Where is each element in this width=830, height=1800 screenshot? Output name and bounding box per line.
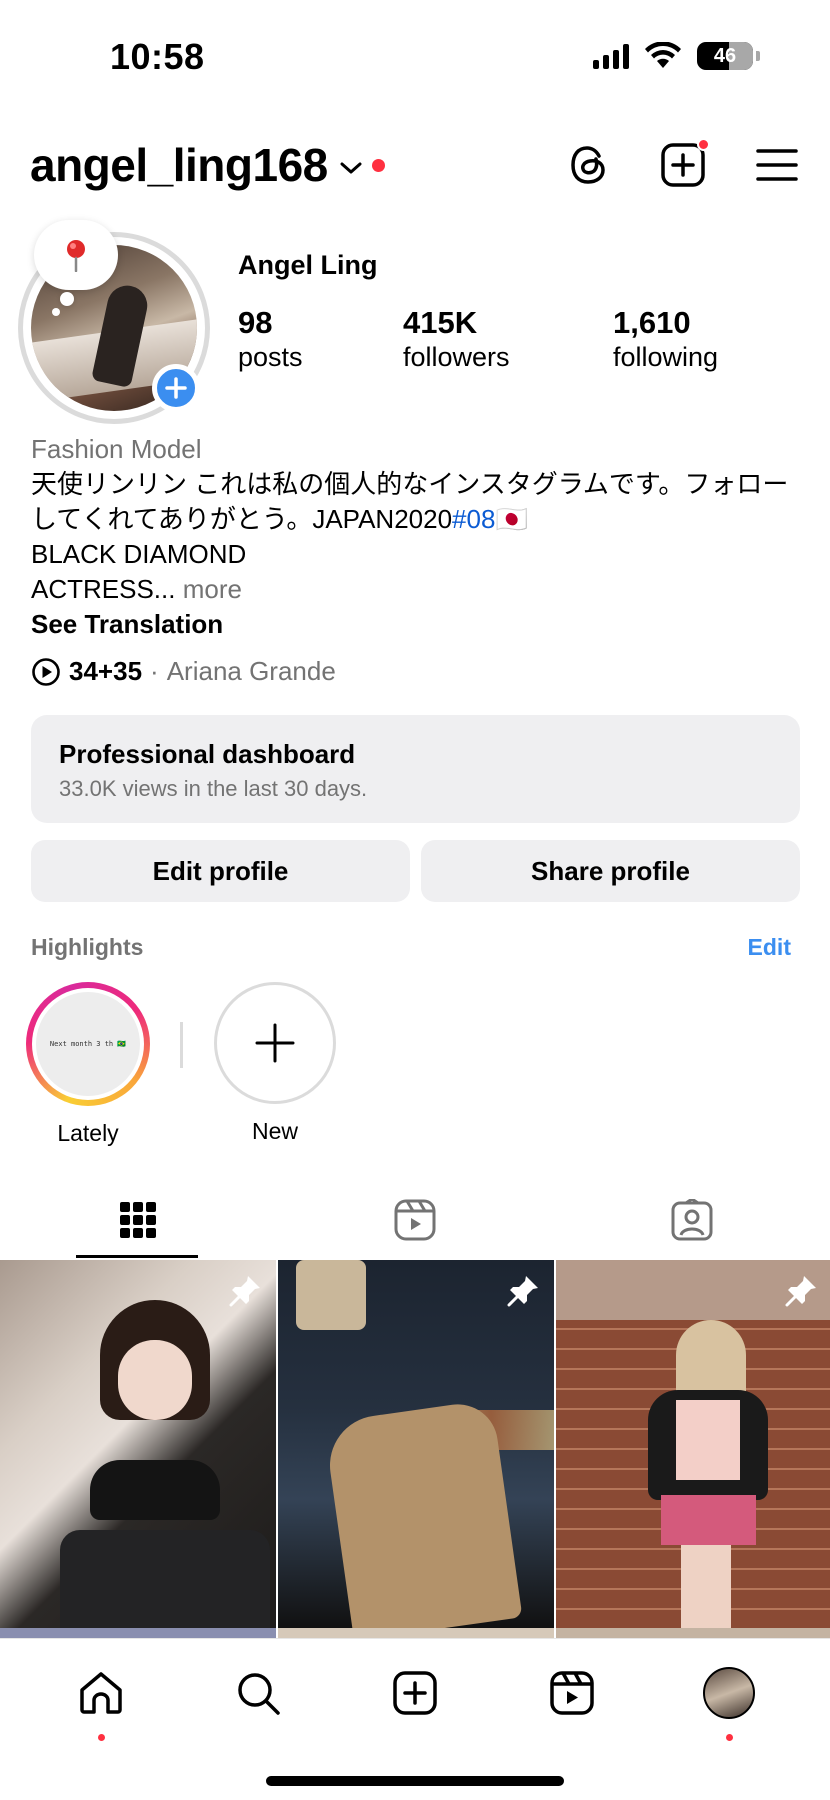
pinned-icon: [507, 1276, 538, 1307]
play-circle-icon: [32, 657, 60, 686]
posts-count: 98: [238, 305, 273, 340]
posts-next-row: [0, 1628, 830, 1638]
bio-text: 天使リンリン これは私の個人的なインスタグラムです。フォローしてくれてありがとう…: [31, 469, 789, 534]
tab-tagged[interactable]: [553, 1180, 830, 1260]
pinned-icon: [785, 1276, 816, 1307]
pushpin-icon: [67, 240, 85, 272]
wifi-icon: [645, 42, 681, 68]
see-translation-link[interactable]: See Translation: [31, 607, 801, 642]
profile-bio: Fashion Model 天使リンリン これは私の個人的なインスタグラムです。…: [31, 432, 801, 642]
create-post-button[interactable]: [660, 138, 710, 188]
bio-line-1: 天使リンリン これは私の個人的なインスタグラムです。フォローしてくれてありがとう…: [31, 467, 801, 537]
status-bar: 10:58 46: [0, 0, 830, 110]
followers-count: 415K: [403, 305, 478, 340]
battery-level: 46: [713, 44, 737, 67]
profile-stats: 98 posts 415K followers 1,610 following: [238, 306, 778, 374]
home-icon: [79, 1672, 122, 1714]
share-profile-button[interactable]: Share profile: [421, 840, 800, 902]
posts-grid: [0, 1260, 830, 1628]
nav-home[interactable]: [71, 1663, 131, 1741]
username[interactable]: angel_ling168: [30, 138, 328, 192]
highlights-row: Next month 3 th 🇧🇷 Lately New: [26, 982, 337, 1147]
tagged-icon: [671, 1199, 713, 1241]
profile-category: Fashion Model: [31, 434, 202, 464]
add-story-button[interactable]: [152, 364, 200, 412]
new-highlight-button: [214, 982, 336, 1104]
song-separator: ·: [150, 656, 159, 686]
notification-dot: [371, 158, 385, 172]
reels-icon: [394, 1199, 436, 1241]
nav-search[interactable]: [228, 1663, 288, 1723]
status-time: 10:58: [110, 36, 205, 77]
highlight-cover: Next month 3 th 🇧🇷: [36, 992, 140, 1096]
followers-stat[interactable]: 415K followers: [403, 306, 613, 374]
search-icon: [238, 1673, 280, 1715]
chevron-down-icon[interactable]: [340, 161, 362, 175]
menu-icon[interactable]: [754, 142, 800, 188]
highlights-title: Highlights: [31, 934, 144, 960]
followers-label: followers: [403, 342, 510, 372]
profile-header: angel_ling168: [30, 130, 800, 200]
song-artist: Ariana Grande: [166, 656, 336, 686]
notification-dot: [726, 1734, 734, 1741]
tab-grid[interactable]: [0, 1180, 277, 1260]
profile-actions: Edit profile Share profile: [31, 840, 800, 902]
bio-more-link[interactable]: more: [183, 574, 242, 604]
profile-avatar: [703, 1667, 756, 1719]
japan-flag-icon: 🇯🇵: [495, 504, 528, 534]
header-actions: [566, 138, 800, 188]
post-tile[interactable]: [0, 1260, 276, 1628]
highlights-edit-button[interactable]: Edit: [748, 934, 791, 961]
plus-icon: [255, 1023, 295, 1063]
professional-dashboard[interactable]: Professional dashboard 33.0K views in th…: [31, 715, 800, 823]
nav-profile[interactable]: [699, 1663, 759, 1741]
highlight-new[interactable]: New: [213, 982, 337, 1145]
post-tile[interactable]: [278, 1260, 554, 1628]
following-label: following: [613, 342, 719, 372]
posts-label: posts: [238, 342, 303, 372]
battery-icon: 46: [697, 42, 753, 70]
profile-music[interactable]: 34+35 · Ariana Grande: [31, 656, 336, 687]
reels-icon: [550, 1671, 594, 1715]
home-indicator[interactable]: [266, 1776, 564, 1786]
display-name: Angel Ling: [238, 250, 378, 280]
pinned-icon: [229, 1276, 260, 1307]
bio-hashtag[interactable]: #08: [452, 504, 495, 534]
highlight-lately[interactable]: Next month 3 th 🇧🇷 Lately: [26, 982, 150, 1147]
highlight-label: New: [251, 1118, 298, 1144]
edit-profile-button[interactable]: Edit profile: [31, 840, 410, 902]
create-icon: [393, 1671, 437, 1715]
highlight-label: Lately: [57, 1120, 119, 1146]
profile-tabs: [0, 1180, 830, 1260]
bio-line-2: BLACK DIAMOND: [31, 539, 247, 569]
grid-icon: [120, 1202, 157, 1238]
posts-stat[interactable]: 98 posts: [238, 306, 403, 374]
notification-dot: [97, 1734, 105, 1741]
nav-reels[interactable]: [542, 1663, 602, 1723]
status-icons: 46: [593, 42, 760, 70]
bio-line-3: ACTRESS... more: [31, 572, 801, 607]
nav-create[interactable]: [385, 1663, 445, 1723]
threads-icon[interactable]: [566, 142, 612, 188]
bio-line-3-text: ACTRESS...: [31, 574, 176, 604]
highlight-ring: Next month 3 th 🇧🇷: [26, 982, 150, 1106]
highlights-header: Highlights Edit: [31, 934, 791, 961]
dashboard-subtitle: 33.0K views in the last 30 days.: [59, 776, 368, 801]
following-count: 1,610: [613, 305, 691, 340]
song-title: 34+35: [69, 656, 143, 686]
tab-reels[interactable]: [277, 1180, 554, 1260]
post-tile[interactable]: [556, 1260, 830, 1628]
highlights-divider: [180, 1022, 183, 1068]
dashboard-title: Professional dashboard: [59, 739, 356, 769]
following-stat[interactable]: 1,610 following: [613, 306, 778, 374]
note-bubble[interactable]: [34, 220, 118, 290]
plus-icon: [165, 377, 187, 399]
notification-dot: [697, 138, 710, 151]
cellular-signal-icon: [593, 43, 629, 69]
